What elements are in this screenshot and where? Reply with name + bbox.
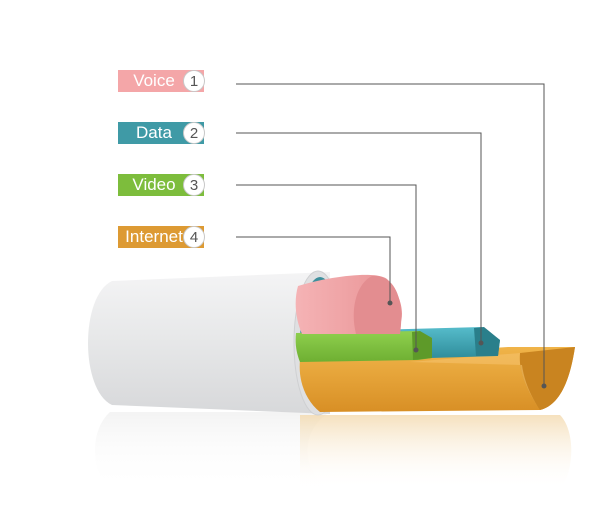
video-conductor [295,331,432,362]
voice-endpoint-dot [541,383,547,389]
voice-label-text: Voice [133,71,175,90]
voice-number-badge: 1 [183,70,205,92]
sheath-reflection [95,412,330,490]
video-label-text: Video [132,175,176,194]
internet-label: Internet 4 [118,226,205,248]
video-label: Video 3 [118,174,205,196]
internet-endpoint-dot [387,300,393,306]
data-label: Data 2 [118,122,205,144]
conductor-reflection [300,415,572,490]
video-endpoint-dot [413,347,419,353]
video-number-badge: 3 [183,174,205,196]
data-label-text: Data [136,123,172,142]
data-endpoint-dot [478,340,484,346]
internet-number-badge: 4 [183,226,205,248]
voice-label: Voice 1 [118,70,205,92]
cable-diagram [88,83,575,490]
internet-label-text: Internet [125,227,183,246]
data-number-badge: 2 [183,122,205,144]
data-conductor-end [474,327,500,356]
